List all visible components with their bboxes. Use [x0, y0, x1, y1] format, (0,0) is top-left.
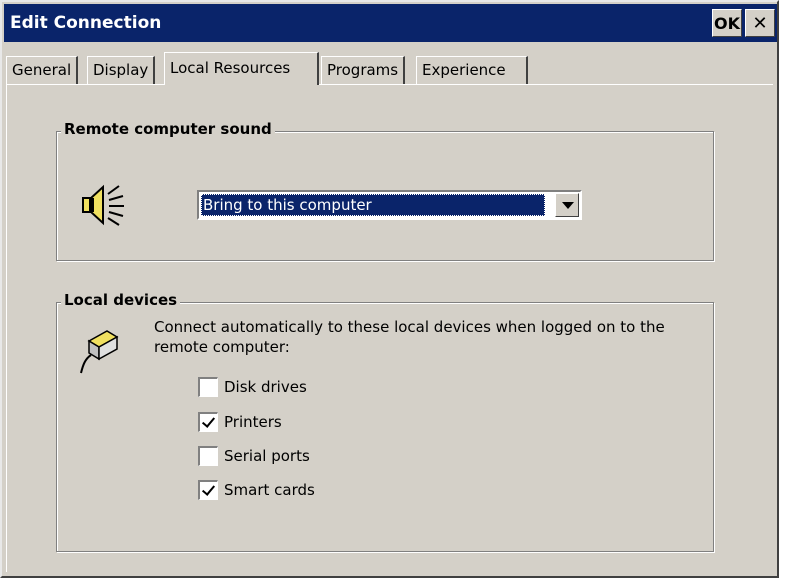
remote-sound-group: Remote computer sound Bring to this comp…: [56, 120, 714, 261]
smart-cards-label[interactable]: Smart cards: [224, 481, 315, 499]
remote-sound-legend: Remote computer sound: [61, 120, 275, 138]
smart-cards-option[interactable]: Smart cards: [198, 478, 315, 502]
smart-cards-checkbox[interactable]: [198, 480, 218, 500]
printers-label[interactable]: Printers: [224, 413, 282, 431]
tab-display[interactable]: Display: [87, 56, 156, 84]
devices-description: Connect automatically to these local dev…: [154, 318, 665, 356]
disk-drives-label[interactable]: Disk drives: [224, 378, 307, 396]
ok-button[interactable]: OK: [712, 9, 742, 37]
tab-general[interactable]: General: [6, 56, 79, 84]
disk-drives-option[interactable]: Disk drives: [198, 375, 307, 399]
tab-programs[interactable]: Programs: [321, 56, 406, 84]
printers-checkbox[interactable]: [198, 412, 218, 432]
connector-icon: [80, 330, 119, 374]
sound-select-value[interactable]: Bring to this computer: [201, 194, 545, 216]
speaker-icon: [82, 184, 124, 226]
tab-local-resources[interactable]: Local Resources: [164, 52, 319, 85]
title-bar: Edit Connection OK ✕: [4, 4, 777, 42]
tab-experience[interactable]: Experience: [416, 56, 528, 84]
serial-ports-label[interactable]: Serial ports: [224, 447, 310, 465]
serial-ports-option[interactable]: Serial ports: [198, 444, 310, 468]
disk-drives-checkbox[interactable]: [198, 377, 218, 397]
close-button[interactable]: ✕: [745, 9, 775, 37]
chevron-down-icon[interactable]: [555, 193, 579, 217]
local-resources-panel: Remote computer sound Bring to this comp…: [6, 84, 773, 572]
sound-select[interactable]: Bring to this computer: [197, 190, 582, 220]
printers-option[interactable]: Printers: [198, 410, 282, 434]
serial-ports-checkbox[interactable]: [198, 446, 218, 466]
local-devices-group: Local devices Connect automatically to t…: [56, 291, 714, 552]
local-devices-legend: Local devices: [61, 291, 181, 309]
window-title: Edit Connection: [10, 13, 162, 33]
